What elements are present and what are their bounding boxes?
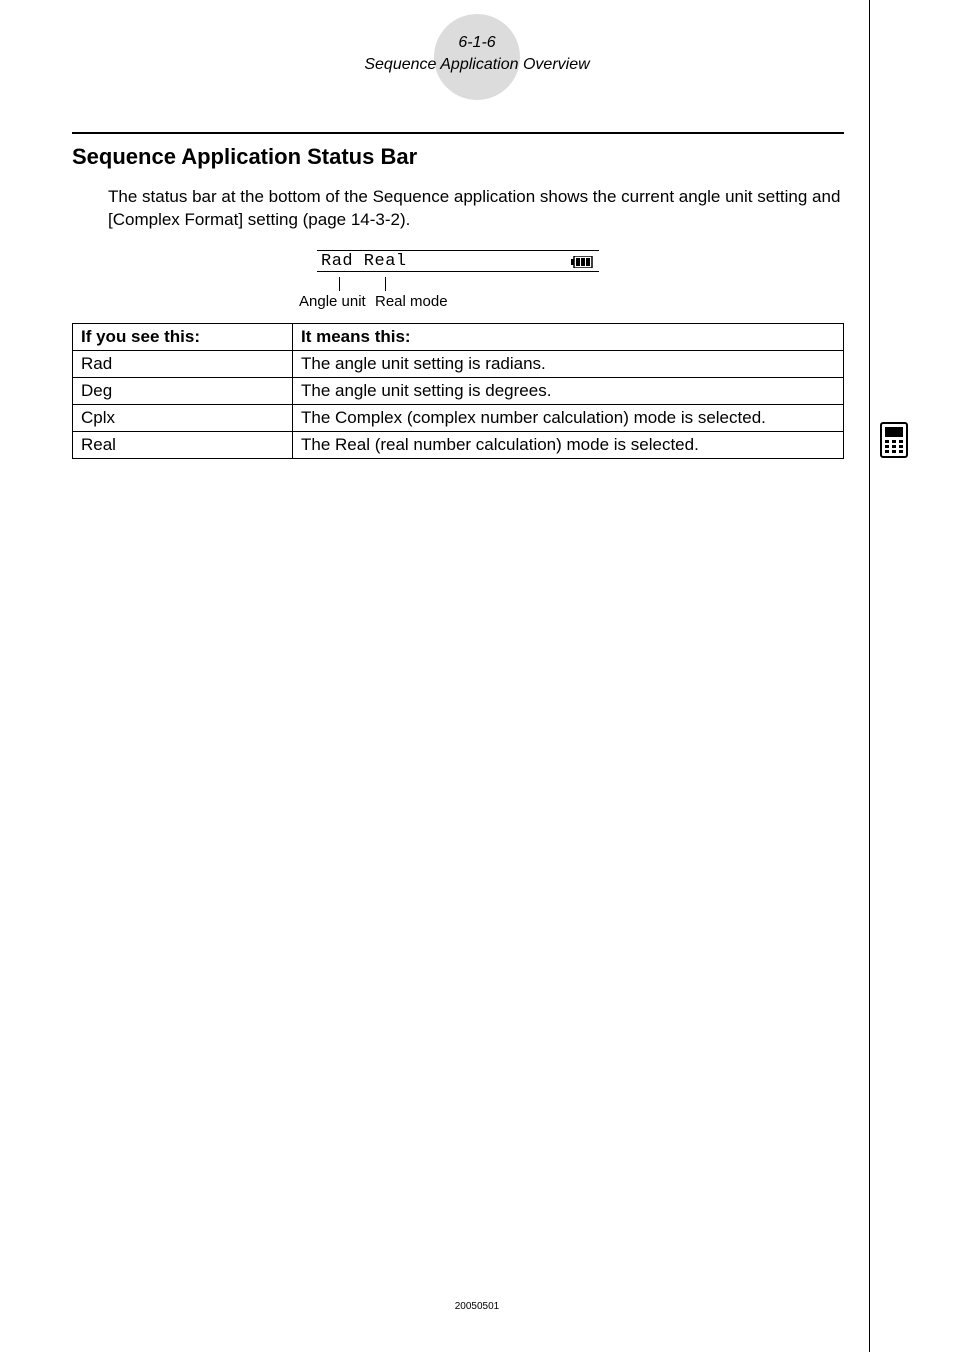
table-row: Deg The angle unit setting is degrees. — [73, 377, 844, 404]
table-row: Cplx The Complex (complex number calcula… — [73, 404, 844, 431]
page: 6-1-6 Sequence Application Overview Sequ… — [0, 0, 954, 1352]
table-cell-value: The Complex (complex number calculation)… — [293, 404, 844, 431]
battery-icon — [571, 255, 593, 273]
table-cell-key: Deg — [73, 377, 293, 404]
page-number: 6-1-6 — [0, 32, 954, 54]
horizontal-rule — [72, 132, 844, 134]
status-meaning-table: If you see this: It means this: Rad The … — [72, 323, 844, 459]
callout-real-mode: Real mode — [375, 293, 448, 310]
callout-tick — [385, 277, 386, 291]
table-row: Rad The angle unit setting is radians. — [73, 350, 844, 377]
table-cell-key: Real — [73, 431, 293, 458]
callout-row: Angle unit Real mode — [317, 277, 599, 319]
table-cell-key: Rad — [73, 350, 293, 377]
footer-code: 20050501 — [0, 1301, 954, 1312]
statusbar-text: Rad Real — [321, 252, 407, 271]
table-cell-value: The angle unit setting is radians. — [293, 350, 844, 377]
table-header-row: If you see this: It means this: — [73, 323, 844, 350]
content-area: Sequence Application Status Bar The stat… — [72, 132, 844, 459]
callout-tick — [339, 277, 340, 291]
page-header: 6-1-6 Sequence Application Overview — [0, 32, 954, 75]
table-cell-key: Cplx — [73, 404, 293, 431]
section-title: Sequence Application Overview — [0, 54, 954, 76]
vertical-rule — [869, 0, 870, 1352]
callout-angle-unit: Angle unit — [299, 293, 366, 310]
heading: Sequence Application Status Bar — [72, 144, 844, 170]
intro-paragraph: The status bar at the bottom of the Sequ… — [108, 186, 844, 232]
table-header-key: If you see this: — [73, 323, 293, 350]
table-cell-value: The Real (real number calculation) mode … — [293, 431, 844, 458]
table-header-value: It means this: — [293, 323, 844, 350]
calculator-icon — [880, 422, 908, 463]
table-row: Real The Real (real number calculation) … — [73, 431, 844, 458]
table-cell-value: The angle unit setting is degrees. — [293, 377, 844, 404]
statusbar-box: Rad Real — [317, 250, 599, 272]
statusbar-figure: Rad Real Angle unit Real mode — [72, 250, 844, 319]
